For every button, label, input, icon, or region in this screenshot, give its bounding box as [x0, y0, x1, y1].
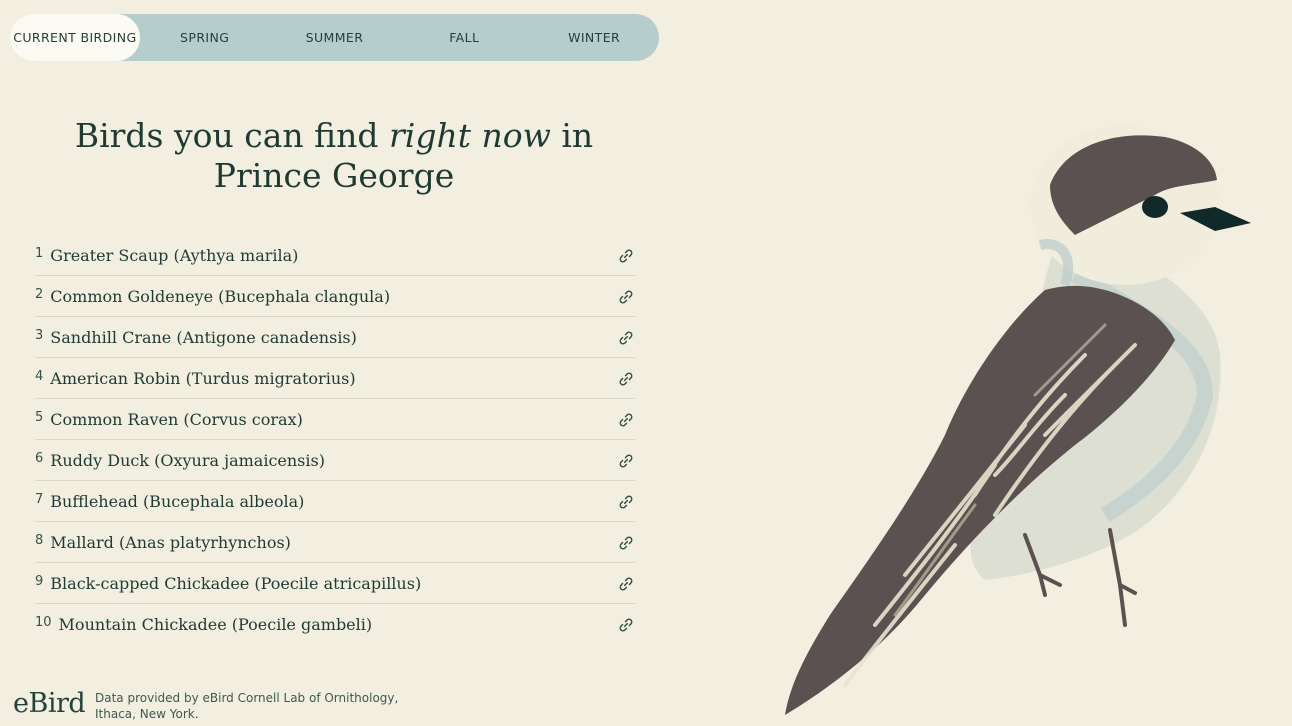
species-name[interactable]: Ruddy Duck (Oxyura jamaicensis)	[50, 451, 325, 470]
species-row: 1 Greater Scaup (Aythya marila)	[35, 235, 635, 276]
species-rank: 3	[35, 327, 44, 343]
chickadee-illustration	[785, 125, 1251, 715]
link-icon[interactable]	[617, 493, 635, 511]
species-name[interactable]: Sandhill Crane (Antigone canadensis)	[50, 328, 357, 347]
link-icon[interactable]	[617, 534, 635, 552]
species-row: 5 Common Raven (Corvus corax)	[35, 399, 635, 440]
species-row: 10 Mountain Chickadee (Poecile gambeli)	[35, 604, 635, 644]
species-name[interactable]: Bufflehead (Bucephala albeola)	[50, 492, 304, 511]
link-icon[interactable]	[617, 452, 635, 470]
species-rank: 6	[35, 450, 44, 466]
species-row: 3 Sandhill Crane (Antigone canadensis)	[35, 317, 635, 358]
link-icon[interactable]	[617, 329, 635, 347]
link-icon[interactable]	[617, 575, 635, 593]
species-name[interactable]: Black-capped Chickadee (Poecile atricapi…	[50, 574, 421, 593]
tab-winter[interactable]: WINTER	[529, 14, 659, 61]
species-rank: 4	[35, 368, 44, 384]
species-row: 6 Ruddy Duck (Oxyura jamaicensis)	[35, 440, 635, 481]
tab-summer[interactable]: SUMMER	[270, 14, 400, 61]
title-emphasis: right now	[389, 116, 551, 155]
species-rank: 7	[35, 491, 44, 507]
page: CURRENT BIRDING SPRING SUMMER FALL WINTE…	[0, 0, 1292, 726]
species-row: 8 Mallard (Anas platyrhynchos)	[35, 522, 635, 563]
species-row: 9 Black-capped Chickadee (Poecile atricap…	[35, 563, 635, 604]
species-row: 7 Bufflehead (Bucephala albeola)	[35, 481, 635, 522]
species-rank: 10	[35, 614, 52, 630]
page-title: Birds you can find right now in Prince G…	[30, 116, 638, 196]
link-icon[interactable]	[617, 247, 635, 265]
link-icon[interactable]	[617, 411, 635, 429]
species-rank: 8	[35, 532, 44, 548]
link-icon[interactable]	[617, 616, 635, 634]
season-tabs: CURRENT BIRDING SPRING SUMMER FALL WINTE…	[10, 14, 659, 61]
species-name[interactable]: American Robin (Turdus migratorius)	[50, 369, 355, 388]
species-rank: 1	[35, 245, 44, 261]
tab-current-birding[interactable]: CURRENT BIRDING	[10, 14, 140, 61]
species-rank: 2	[35, 286, 44, 302]
species-rank: 9	[35, 573, 44, 589]
data-credit: Data provided by eBird Cornell Lab of Or…	[95, 691, 399, 721]
tab-spring[interactable]: SPRING	[140, 14, 270, 61]
ebird-logo[interactable]: eBird	[13, 688, 86, 719]
link-icon[interactable]	[617, 370, 635, 388]
species-name[interactable]: Common Goldeneye (Bucephala clangula)	[50, 287, 390, 306]
species-name[interactable]: Common Raven (Corvus corax)	[50, 410, 303, 429]
title-text-before: Birds you can find	[74, 116, 390, 155]
tab-fall[interactable]: FALL	[399, 14, 529, 61]
species-name[interactable]: Mallard (Anas platyrhynchos)	[50, 533, 291, 552]
species-rank: 5	[35, 409, 44, 425]
species-list: 1 Greater Scaup (Aythya marila) 2 Common Go…	[35, 235, 635, 644]
species-name[interactable]: Mountain Chickadee (Poecile gambeli)	[59, 615, 373, 634]
species-name[interactable]: Greater Scaup (Aythya marila)	[50, 246, 298, 265]
link-icon[interactable]	[617, 288, 635, 306]
species-row: 4 American Robin (Turdus migratorius)	[35, 358, 635, 399]
species-row: 2 Common Goldeneye (Bucephala clangula)	[35, 276, 635, 317]
